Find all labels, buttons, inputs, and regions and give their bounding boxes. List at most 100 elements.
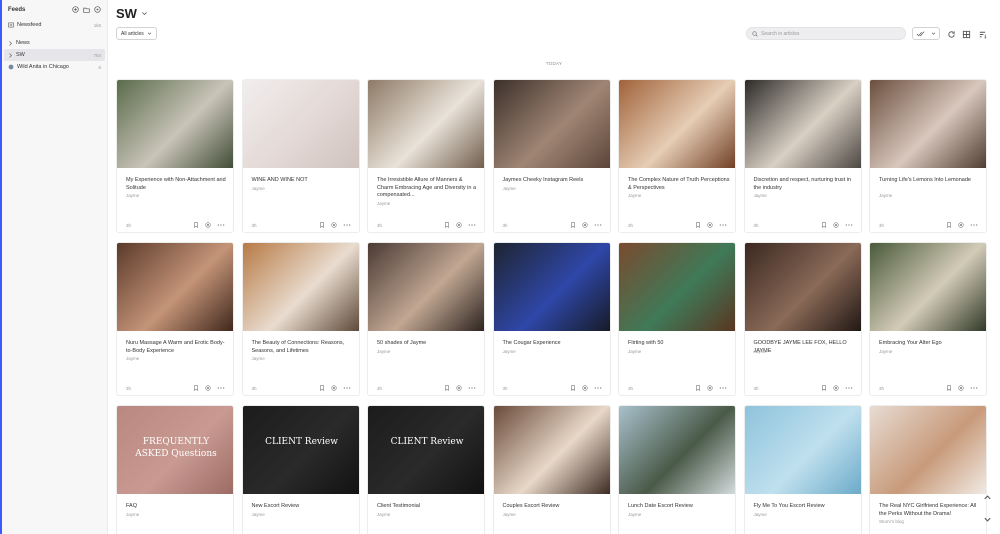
article-card[interactable]: Embracing Your Alter Ego Jayme 3h	[869, 242, 987, 396]
folder-icon[interactable]	[83, 6, 90, 13]
mark-read-icon[interactable]	[958, 385, 964, 391]
refresh-icon[interactable]	[946, 29, 956, 39]
article-card[interactable]: The Cougar Experience Jayme 3h	[492, 242, 611, 396]
article-card[interactable]: The Irresistible Allure of Manners & Cha…	[367, 79, 485, 233]
article-title[interactable]: New Escort Review	[252, 503, 354, 511]
article-thumbnail[interactable]	[117, 243, 233, 331]
article-card[interactable]: Turning Life's Lemons Into Lemonade Jayme…	[869, 79, 987, 233]
article-thumbnail[interactable]	[744, 243, 861, 331]
article-title[interactable]: WINE AND WINE NOT	[252, 177, 354, 185]
more-options-icon[interactable]	[217, 223, 225, 227]
mark-read-icon[interactable]	[832, 222, 839, 228]
article-title[interactable]: Nuru Massage A Warm and Erotic Body-to-B…	[126, 340, 228, 355]
bookmark-icon[interactable]	[193, 385, 199, 391]
more-options-icon[interactable]	[845, 386, 853, 390]
article-card[interactable]: Flirting with 50 Jayme 3h	[618, 242, 736, 396]
bookmark-icon[interactable]	[695, 222, 701, 228]
article-title[interactable]: The Real NYC Girlfriend Experience: All …	[879, 503, 981, 518]
more-options-icon[interactable]	[468, 386, 476, 390]
bookmark-icon[interactable]	[821, 385, 827, 391]
mark-read-icon[interactable]	[707, 385, 713, 391]
bookmark-icon[interactable]	[444, 385, 450, 391]
article-title[interactable]: GOODBYE JAYME LEE FOX, HELLO JAYME	[754, 340, 856, 355]
article-thumbnail[interactable]: CLIENT Review	[242, 406, 359, 494]
article-title[interactable]: Lunch Date Escort Review	[628, 503, 730, 511]
bookmark-icon[interactable]	[444, 222, 450, 228]
article-thumbnail[interactable]	[368, 243, 484, 331]
chevron-down-icon[interactable]	[141, 10, 148, 17]
mark-read-icon[interactable]	[832, 385, 839, 391]
more-options-icon[interactable]	[845, 223, 853, 227]
bookmark-icon[interactable]	[695, 385, 701, 391]
article-card[interactable]: The Complex Nature of Truth Perceptions …	[618, 79, 736, 233]
article-thumbnail[interactable]	[744, 80, 861, 168]
sidebar-item-wild-anita[interactable]: Wild Anita in Chicago 6	[2, 61, 107, 73]
mark-read-icon[interactable]	[205, 385, 211, 391]
more-options-icon[interactable]	[719, 223, 727, 227]
article-title[interactable]: Flirting with 50	[628, 340, 730, 348]
article-title[interactable]: Fly Me To You Escort Review	[754, 503, 856, 511]
article-card[interactable]: CLIENT Review New Escort Review Jayme	[241, 405, 360, 534]
more-options-icon[interactable]	[719, 386, 727, 390]
article-title[interactable]: 50 shades of Jayme	[377, 340, 479, 348]
settings-icon[interactable]	[94, 6, 101, 13]
article-card[interactable]: Discretion and respect, nurturing trust …	[743, 79, 862, 233]
article-card[interactable]: WINE AND WINE NOT Jayme 3h	[241, 79, 360, 233]
mark-read-icon[interactable]	[205, 222, 211, 228]
article-card[interactable]: 50 shades of Jayme Jayme 3h	[367, 242, 485, 396]
article-title[interactable]: Embracing Your Alter Ego	[879, 340, 981, 348]
more-options-icon[interactable]	[594, 223, 602, 227]
add-feed-icon[interactable]	[72, 6, 79, 13]
more-options-icon[interactable]	[970, 223, 978, 227]
article-title[interactable]: Client Testimonial	[377, 503, 479, 511]
article-filter-select[interactable]: All articles	[116, 27, 157, 40]
bookmark-icon[interactable]	[570, 222, 576, 228]
bookmark-icon[interactable]	[193, 222, 199, 228]
mark-read-icon[interactable]	[707, 222, 713, 228]
article-title[interactable]: My Experience with Non-Attachment and So…	[126, 177, 228, 192]
article-title[interactable]: The Beauty of Connections: Reasons, Seas…	[252, 340, 354, 355]
bookmark-icon[interactable]	[319, 385, 325, 391]
article-title[interactable]: Turning Life's Lemons Into Lemonade	[879, 177, 981, 185]
article-title[interactable]: Discretion and respect, nurturing trust …	[754, 177, 856, 192]
more-options-icon[interactable]	[468, 223, 476, 227]
article-thumbnail[interactable]	[619, 406, 735, 494]
more-options-icon[interactable]	[594, 386, 602, 390]
chevron-right-icon[interactable]	[8, 40, 13, 46]
sidebar-item-news[interactable]: News	[2, 37, 107, 49]
more-options-icon[interactable]	[343, 386, 351, 390]
article-thumbnail[interactable]: CLIENT Review	[368, 406, 484, 494]
article-card[interactable]: Jaymes Cheeky Instagram Reels Jayme 3h	[492, 79, 611, 233]
sort-icon[interactable]	[977, 29, 987, 39]
article-thumbnail[interactable]	[493, 406, 610, 494]
article-card[interactable]: Nuru Massage A Warm and Erotic Body-to-B…	[116, 242, 234, 396]
more-options-icon[interactable]	[970, 386, 978, 390]
more-options-icon[interactable]	[217, 386, 225, 390]
article-card[interactable]: FREQUENTLY ASKED Questions FAQ Jayme	[116, 405, 234, 534]
bookmark-icon[interactable]	[946, 222, 952, 228]
more-options-icon[interactable]	[343, 223, 351, 227]
article-card[interactable]: CLIENT Review Client Testimonial Jayme	[367, 405, 485, 534]
bookmark-icon[interactable]	[319, 222, 325, 228]
layout-grid-icon[interactable]	[961, 29, 971, 39]
sidebar-item-sw[interactable]: SW 754	[4, 49, 105, 61]
scroll-down-icon[interactable]	[982, 514, 992, 524]
mark-read-icon[interactable]	[330, 385, 337, 391]
bookmark-icon[interactable]	[570, 385, 576, 391]
article-thumbnail[interactable]	[870, 243, 986, 331]
mark-read-icon[interactable]	[958, 222, 964, 228]
search-box[interactable]	[746, 27, 906, 40]
article-title[interactable]: Jaymes Cheeky Instagram Reels	[503, 177, 605, 185]
article-thumbnail[interactable]	[744, 406, 861, 494]
article-title[interactable]: The Cougar Experience	[503, 340, 605, 348]
article-card[interactable]: Couples Escort Review Jayme	[492, 405, 611, 534]
article-title[interactable]: FAQ	[126, 503, 228, 511]
article-thumbnail[interactable]	[368, 80, 484, 168]
search-input[interactable]	[761, 30, 900, 37]
article-thumbnail[interactable]	[619, 80, 735, 168]
sidebar-item-newsfeed[interactable]: Newsfeed 1k5	[2, 19, 107, 31]
mark-read-button[interactable]	[912, 27, 940, 40]
article-title[interactable]: Couples Escort Review	[503, 503, 605, 511]
article-thumbnail[interactable]: FREQUENTLY ASKED Questions	[117, 406, 233, 494]
mark-read-icon[interactable]	[456, 222, 462, 228]
